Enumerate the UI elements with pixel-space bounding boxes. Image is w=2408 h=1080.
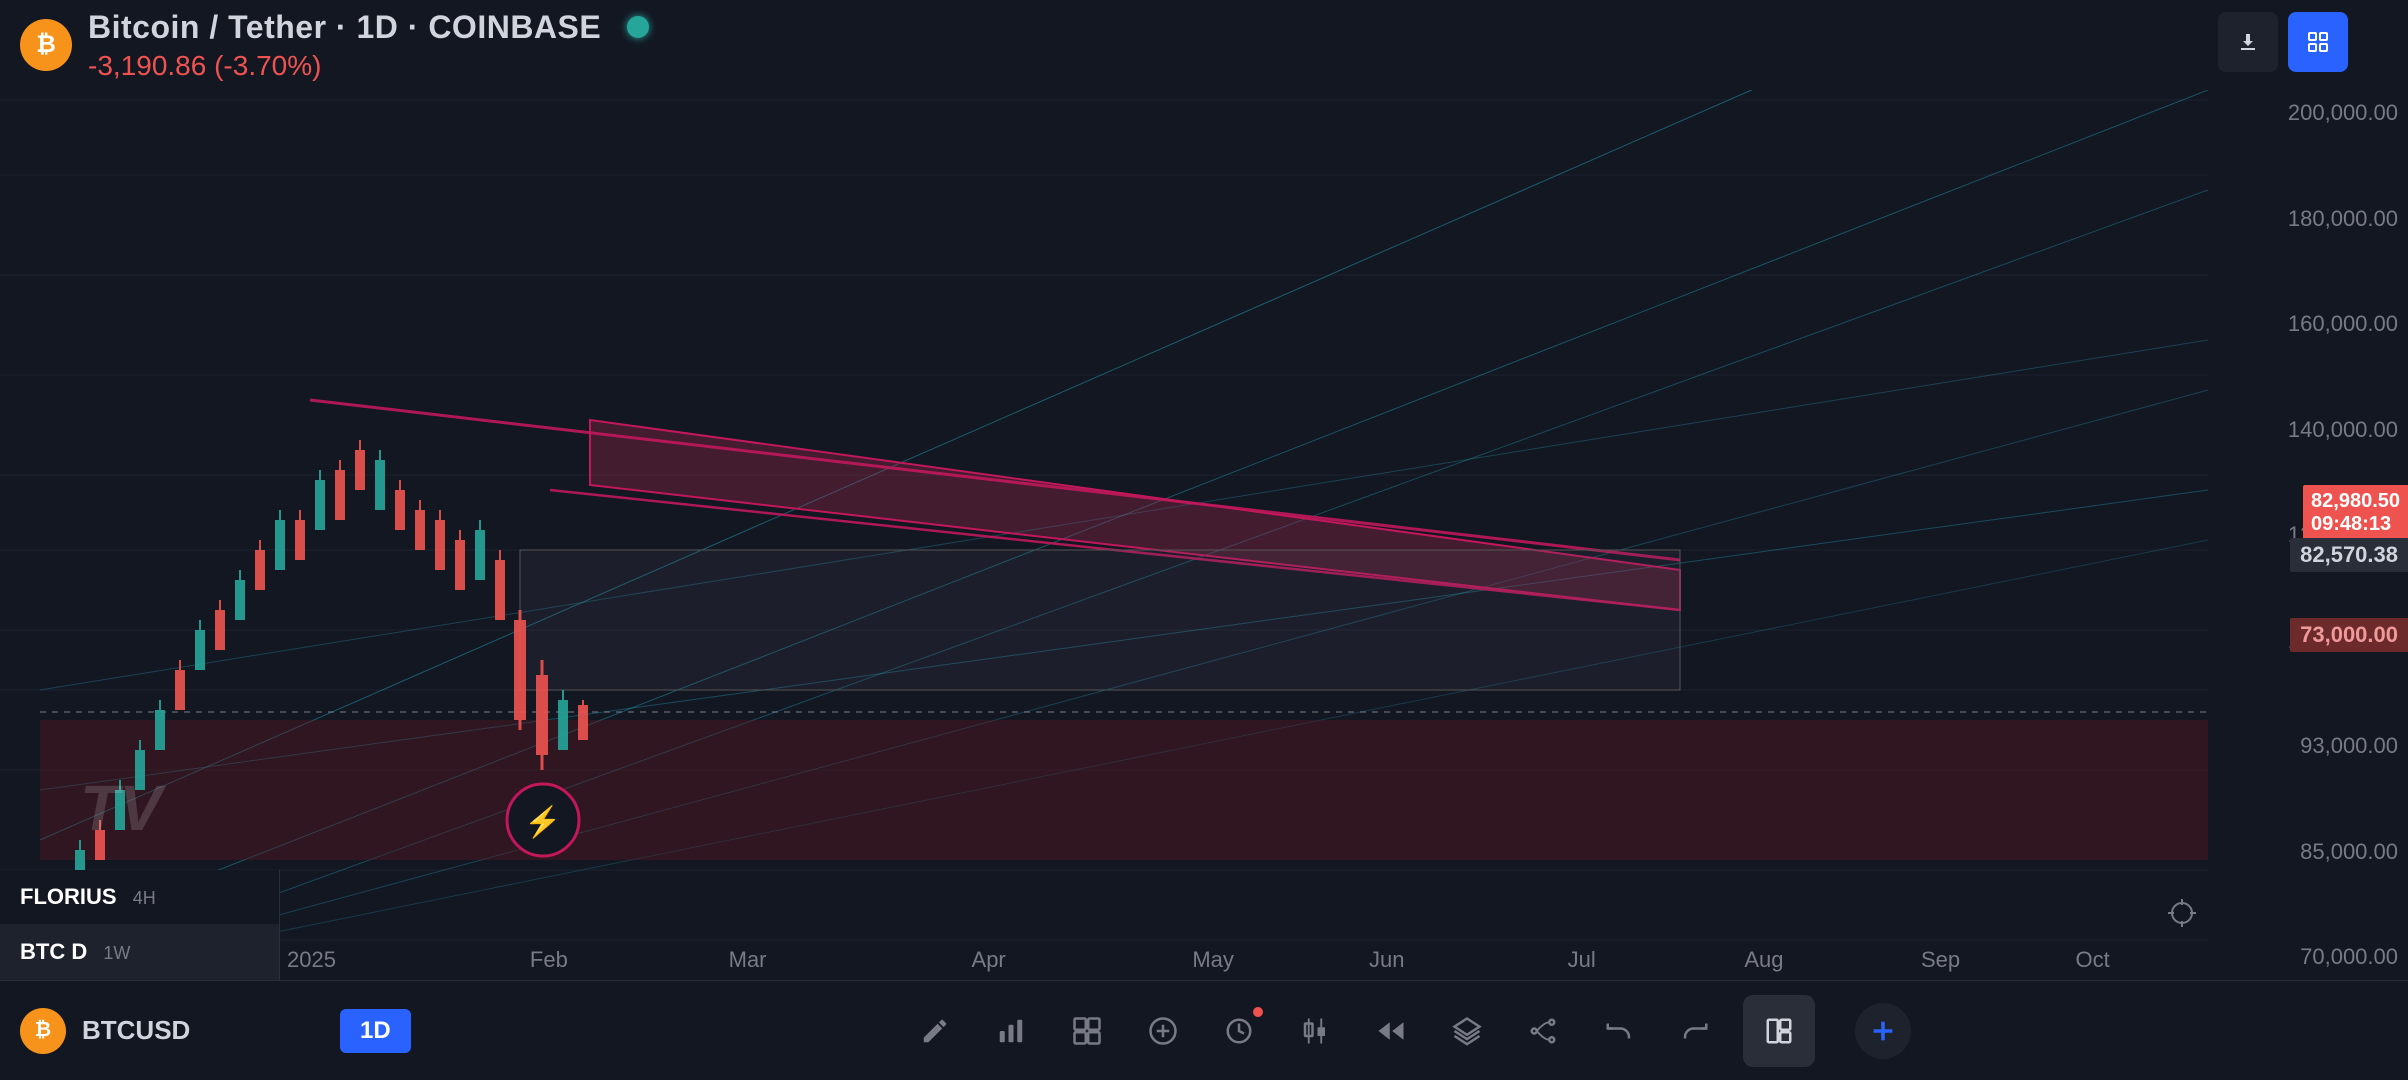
chart-area[interactable]: ⚡ 200,000.00 180,000.00 160,000.00 140,0… <box>0 90 2408 980</box>
x-axis: Dec 2025 Feb Mar Apr May Jun Jul Aug Sep… <box>0 940 2208 980</box>
x-label-oct: Oct <box>2076 947 2110 973</box>
redo-tool[interactable] <box>1667 1003 1723 1059</box>
chart-title: Bitcoin / Tether · 1D · COINBASE <box>88 9 601 46</box>
tradingview-watermark: TV <box>80 776 162 840</box>
btc-logo-icon: ₿ <box>20 19 72 71</box>
price-change: -3,190.86 (-3.70%) <box>88 50 649 82</box>
ticker-info: ₿ BTCUSD <box>20 1008 300 1054</box>
add-tool[interactable] <box>1135 1003 1191 1059</box>
candles-tool[interactable] <box>1287 1003 1343 1059</box>
live-indicator <box>627 16 649 38</box>
x-label-apr: Apr <box>972 947 1006 973</box>
svg-text:⚡: ⚡ <box>524 804 561 840</box>
secondary-price: 82,570.38 <box>2300 542 2398 567</box>
chart-type-tool[interactable] <box>983 1003 1039 1059</box>
watchlist-panel: FLORIUS 4H BTC D 1W <box>0 870 280 980</box>
support-price: 73,000.00 <box>2300 622 2398 647</box>
btc-logo-small: ₿ <box>20 1008 66 1054</box>
chart-canvas: ⚡ <box>0 90 2208 980</box>
chart-header: ₿ Bitcoin / Tether · 1D · COINBASE -3,19… <box>0 0 2408 90</box>
price-tags: 82,980.50 09:48:13 82,570.38 73,000.00 <box>2208 90 2408 980</box>
btcusd-timeframe: 1W <box>103 943 130 963</box>
bottom-toolbar: ₿ BTCUSD 1D <box>0 980 2408 1080</box>
btcusd-symbol: BTC D <box>20 939 87 964</box>
toolbar-icons <box>431 995 2388 1067</box>
timeframe-button[interactable]: 1D <box>340 1009 411 1053</box>
current-price-tag: 82,980.50 09:48:13 <box>2303 485 2408 541</box>
draw-tool[interactable] <box>907 1003 963 1059</box>
current-price: 82,980.50 <box>2311 490 2400 513</box>
support-price-tag: 73,000.00 <box>2290 618 2408 652</box>
x-label-mar: Mar <box>729 947 767 973</box>
rewind-tool[interactable] <box>1363 1003 1419 1059</box>
header-info: Bitcoin / Tether · 1D · COINBASE -3,190.… <box>88 9 649 82</box>
indicators-tool[interactable] <box>1059 1003 1115 1059</box>
current-time: 09:48:13 <box>2311 513 2400 536</box>
x-label-may: May <box>1192 947 1234 973</box>
add-chart-button[interactable] <box>1855 1003 1911 1059</box>
watchlist-item-florius[interactable]: FLORIUS 4H <box>0 870 279 925</box>
tv-logo-text: TV <box>80 776 162 840</box>
layout-button[interactable] <box>1743 995 1815 1067</box>
florius-timeframe: 4H <box>133 888 156 908</box>
watchlist-item-btcusd[interactable]: BTC D 1W <box>0 925 279 980</box>
x-label-2025: 2025 <box>287 947 336 973</box>
secondary-price-tag: 82,570.38 <box>2290 538 2408 572</box>
florius-symbol: FLORIUS <box>20 884 117 909</box>
x-label-feb: Feb <box>530 947 568 973</box>
path-tool[interactable] <box>1515 1003 1571 1059</box>
alert-tool[interactable] <box>1211 1003 1267 1059</box>
snapshot-button[interactable] <box>2288 12 2348 72</box>
x-label-aug: Aug <box>1744 947 1783 973</box>
layers-tool[interactable] <box>1439 1003 1495 1059</box>
top-right-controls <box>2218 12 2348 72</box>
x-label-sep: Sep <box>1921 947 1960 973</box>
download-button[interactable] <box>2218 12 2278 72</box>
undo-tool[interactable] <box>1591 1003 1647 1059</box>
ticker-symbol: BTCUSD <box>82 1015 190 1046</box>
x-label-jun: Jun <box>1369 947 1404 973</box>
x-label-jul: Jul <box>1568 947 1596 973</box>
target-icon[interactable] <box>2166 897 2198 936</box>
